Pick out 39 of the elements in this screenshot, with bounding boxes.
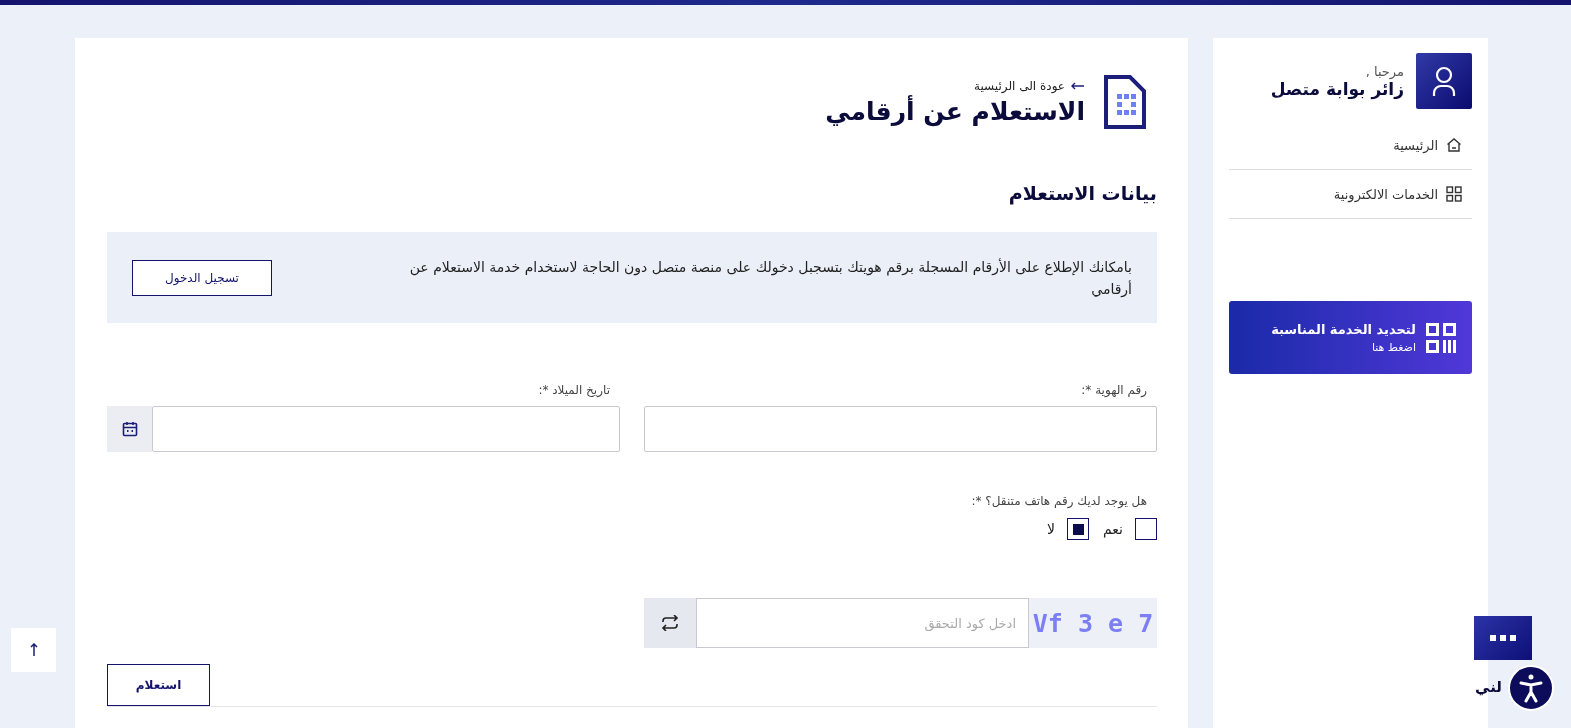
promo-link: اضغط هنا (1371, 340, 1416, 354)
chat-bubble-icon[interactable] (1474, 616, 1532, 660)
user-icon (1416, 53, 1472, 109)
calendar-icon (121, 421, 138, 437)
accessibility-icon (1518, 673, 1544, 703)
section-title: بيانات الاستعلام (1007, 182, 1157, 204)
page-title: الاستعلام عن أرقامي (825, 96, 1085, 126)
radio-box[interactable] (1067, 518, 1090, 540)
qr-code-icon (1426, 322, 1456, 353)
home-icon (1446, 137, 1462, 153)
captcha-field[interactable]: ادخل كود التحقق (696, 598, 1029, 648)
input-field[interactable] (644, 406, 1157, 452)
field-label: رقم الهوية *: (1080, 383, 1148, 397)
captcha-code: Vf 3 e 7 (1029, 598, 1157, 648)
refresh-icon (661, 615, 679, 631)
user-name: زائر بوابة متصل (1270, 78, 1404, 99)
sidebar-item[interactable]: الخدمات الالكترونية (1229, 170, 1472, 219)
up-arrow-icon (29, 643, 38, 657)
submit-button[interactable]: استعلام (107, 664, 210, 706)
promo-title: لتحديد الخدمة المناسبة (1271, 321, 1416, 337)
calendar-button[interactable] (107, 406, 152, 452)
document-icon (1103, 74, 1147, 130)
accessibility-button[interactable] (1508, 665, 1554, 711)
login-button[interactable]: تسجيل الدخول (132, 259, 272, 296)
question-label: هل يوجد لديك رقم هاتف متنقل؟ *: (970, 494, 1148, 508)
radio-box[interactable] (1135, 518, 1157, 540)
greeting-text: مرحبا , (1365, 63, 1404, 79)
back-link[interactable]: عودة الى الرئيسية (974, 78, 1085, 93)
option-label: لا (1047, 521, 1056, 537)
date-field[interactable] (152, 406, 620, 452)
grid-icon (1446, 186, 1462, 202)
sidebar-item[interactable]: الرئيسية (1229, 121, 1472, 170)
option-label: نعم (1103, 521, 1123, 537)
chat-label: لني (1475, 678, 1502, 696)
notice-text: بامكانك الإطلاع على الأرقام المسجلة برقم هويتك بتسجبل دخولك على منصة متصل دون الحاجة لاستخدام خدمة الاستعلام عن أرقامي (408, 257, 1132, 300)
arrow-icon (1071, 81, 1085, 90)
refresh-button[interactable] (644, 598, 696, 648)
promo-banner[interactable]: لتحديد الخدمة المناسبة اضغط هنا (1229, 301, 1472, 374)
field-label: تاريخ الميلاد *: (537, 383, 611, 397)
